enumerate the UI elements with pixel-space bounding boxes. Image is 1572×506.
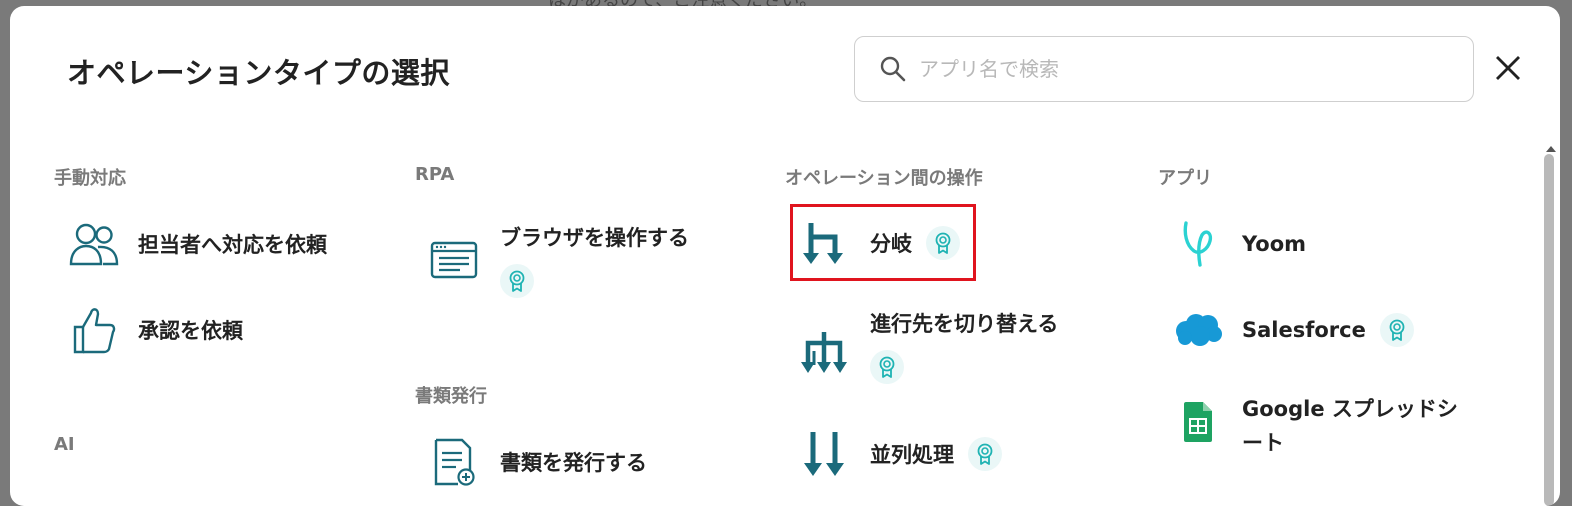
section-label-ai: AI <box>54 434 75 455</box>
google-sheets-icon <box>1170 394 1226 450</box>
close-icon[interactable] <box>1492 52 1524 84</box>
premium-badge-icon <box>1379 313 1414 347</box>
section-label-operations: オペレーション間の操作 <box>785 168 983 189</box>
section-label-manual: 手動対応 <box>54 168 126 189</box>
operation-type-modal: オペレーションタイプの選択 手動対応 担当者へ対応を依頼 承認を依頼 AI RP… <box>10 6 1560 506</box>
parallel-icon <box>796 426 852 482</box>
search-box[interactable] <box>854 36 1474 102</box>
scrollbar-thumb[interactable] <box>1544 154 1554 506</box>
premium-badge-icon <box>968 437 1002 471</box>
item-label: 書類を発行する <box>500 451 647 475</box>
search-icon <box>879 54 909 84</box>
item-label: Yoom <box>1242 232 1307 256</box>
item-app-yoom[interactable]: Yoom <box>1170 216 1306 272</box>
premium-badge-icon <box>500 264 534 298</box>
item-request-assignee[interactable]: 担当者へ対応を依頼 <box>66 216 327 272</box>
yoom-logo-icon <box>1170 216 1226 272</box>
premium-badge-icon <box>870 350 904 384</box>
item-label: ブラウザを操作する <box>500 226 689 250</box>
item-parallel[interactable]: 並列処理 <box>796 426 1002 482</box>
item-browser-operation[interactable]: ブラウザを操作する <box>426 222 689 298</box>
item-branch[interactable]: 分岐 <box>796 215 960 271</box>
item-app-google-sheets[interactable]: Google スプレッドシート <box>1170 392 1478 460</box>
item-switch-path[interactable]: 進行先を切り替える <box>796 308 1058 384</box>
section-label-rpa: RPA <box>415 164 455 185</box>
item-label: 承認を依頼 <box>138 319 243 343</box>
item-label: 並列処理 <box>870 443 954 467</box>
document-add-icon <box>426 434 482 490</box>
thumbs-up-icon <box>66 302 122 358</box>
modal-title: オペレーションタイプの選択 <box>67 56 450 90</box>
item-request-approval[interactable]: 承認を依頼 <box>66 302 243 358</box>
item-issue-document[interactable]: 書類を発行する <box>426 434 647 490</box>
section-label-documents: 書類発行 <box>415 386 487 407</box>
people-icon <box>66 216 122 272</box>
branch-icon <box>796 215 852 271</box>
salesforce-logo-icon <box>1170 302 1226 358</box>
search-input[interactable] <box>917 56 1441 82</box>
item-label: 分岐 <box>870 232 912 256</box>
item-label: 担当者へ対応を依頼 <box>138 233 327 257</box>
item-label: 進行先を切り替える <box>870 312 1059 336</box>
item-app-salesforce[interactable]: Salesforce <box>1170 302 1414 358</box>
premium-badge-icon <box>926 226 960 260</box>
browser-icon <box>426 232 482 288</box>
switch-path-icon <box>796 324 852 380</box>
item-label: Google スプレッドシート <box>1242 397 1458 455</box>
item-label: Salesforce <box>1242 318 1366 342</box>
section-label-apps: アプリ <box>1158 168 1212 189</box>
